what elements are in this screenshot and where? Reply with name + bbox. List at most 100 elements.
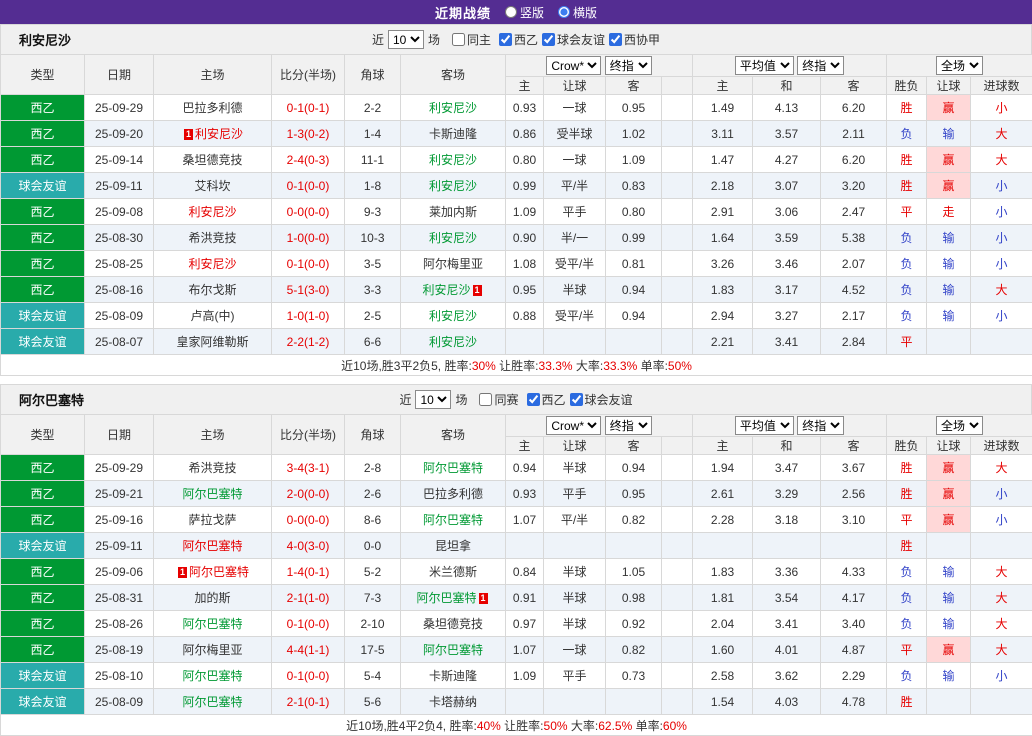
home-team-link[interactable]: 阿尔巴塞特 [182,669,242,683]
league-filter[interactable]: 球会友谊 [542,31,605,48]
home-team-link[interactable]: 萨拉戈萨 [188,513,236,527]
home-team-link[interactable]: 阿尔巴塞特 [182,695,242,709]
same-filter[interactable]: 同赛 [479,391,518,408]
match-scope-select[interactable]: 全场 [936,416,983,435]
match-filters: 近 10 场 同主 西乙球会友谊西协甲 [372,30,660,49]
average-select[interactable]: 平均值 [735,56,794,75]
away-team-link[interactable]: 昆坦拿 [435,539,471,553]
league-checkbox[interactable] [542,33,555,46]
average-final-select[interactable]: 终指 [797,416,844,435]
away-team-link[interactable]: 阿尔梅里亚 [423,257,483,271]
home-team-cell: 利安尼沙 [154,199,272,225]
away-team-link[interactable]: 米兰德斯 [429,565,477,579]
match-type-badge: 球会友谊 [1,533,85,559]
away-team-cell: 利安尼沙1 [401,277,506,303]
away-team-cell: 桑坦德竞技 [401,611,506,637]
league-checkbox[interactable] [499,33,512,46]
away-team-link[interactable]: 利安尼沙 [429,179,477,193]
match-type-badge: 西乙 [1,481,85,507]
away-team-link[interactable]: 利安尼沙 [429,231,477,245]
home-team-link[interactable]: 艾科坎 [194,179,230,193]
home-team-link[interactable]: 布尔戈斯 [188,283,236,297]
away-team-link[interactable]: 阿尔巴塞特 [423,513,483,527]
away-team-link[interactable]: 阿尔巴塞特 [423,643,483,657]
home-team-link[interactable]: 利安尼沙 [188,257,236,271]
away-team-link[interactable]: 利安尼沙 [422,283,470,297]
league-checkbox[interactable] [609,33,622,46]
same-filter[interactable]: 同主 [452,31,491,48]
bookmaker-select[interactable]: Crow* [546,56,601,75]
home-team-link[interactable]: 卢高(中) [191,309,235,323]
odds-handicap [544,689,606,715]
odds-final-select[interactable]: 终指 [605,416,652,435]
home-team-link[interactable]: 皇家阿维勒斯 [176,335,248,349]
league-filter[interactable]: 西协甲 [609,31,660,48]
horizontal-layout-radio[interactable] [558,6,570,18]
odds-home: 0.93 [506,481,544,507]
bookmaker-select[interactable]: Crow* [546,416,601,435]
match-type-badge: 西乙 [1,121,85,147]
away-team-link[interactable]: 卡塔赫纳 [429,695,477,709]
league-filter[interactable]: 球会友谊 [570,391,633,408]
avg-draw: 3.07 [753,173,821,199]
league-filter[interactable]: 西乙 [527,391,566,408]
away-team-link[interactable]: 桑坦德竞技 [423,617,483,631]
match-row: 西乙25-08-16布尔戈斯5-1(3-0)3-3利安尼沙10.95半球0.94… [1,277,1032,303]
avg-home: 3.26 [693,251,753,277]
home-team-link[interactable]: 希洪竞技 [188,461,236,475]
away-team-link[interactable]: 利安尼沙 [429,101,477,115]
away-team-link[interactable]: 阿尔巴塞特 [416,591,476,605]
home-team-link[interactable]: 利安尼沙 [188,205,236,219]
home-team-link[interactable]: 希洪竞技 [188,231,236,245]
match-score: 2-0(0-0) [272,481,345,507]
league-checkbox[interactable] [527,393,540,406]
away-team-link[interactable]: 利安尼沙 [429,153,477,167]
avg-draw [753,533,821,559]
away-team-link[interactable]: 卡斯迪隆 [429,669,477,683]
avg-away: 2.07 [821,251,887,277]
average-final-select[interactable]: 终指 [797,56,844,75]
odds-final-select[interactable]: 终指 [605,56,652,75]
home-team-link[interactable]: 阿尔巴塞特 [182,617,242,631]
same-filter-checkbox[interactable] [452,33,465,46]
away-team-link[interactable]: 卡斯迪隆 [429,127,477,141]
match-type-badge: 西乙 [1,251,85,277]
average-select[interactable]: 平均值 [735,416,794,435]
league-filter[interactable]: 西乙 [499,31,538,48]
result-cell: 平 [887,637,927,663]
recent-count-select[interactable]: 10 [415,390,451,409]
away-team-link[interactable]: 利安尼沙 [429,309,477,323]
home-team-link[interactable]: 加的斯 [194,591,230,605]
recent-count-select[interactable]: 10 [388,30,424,49]
spacer-cell [662,533,693,559]
away-team-link[interactable]: 阿尔巴塞特 [423,461,483,475]
odds-handicap [544,533,606,559]
home-team-link[interactable]: 桑坦德竞技 [182,153,242,167]
summary-segment: 33.3% [539,359,573,373]
league-checkbox[interactable] [570,393,583,406]
avg-away: 5.38 [821,225,887,251]
avg-draw: 3.59 [753,225,821,251]
home-team-link[interactable]: 阿尔巴塞特 [189,565,249,579]
same-filter-checkbox[interactable] [479,393,492,406]
away-team-link[interactable]: 利安尼沙 [429,335,477,349]
home-team-link[interactable]: 阿尔巴塞特 [182,539,242,553]
corners: 8-6 [345,507,401,533]
home-team-link[interactable]: 巴拉多利德 [182,101,242,115]
home-team-link[interactable]: 阿尔巴塞特 [182,487,242,501]
match-type-badge: 球会友谊 [1,689,85,715]
vertical-layout-radio[interactable] [505,6,517,18]
vertical-layout-option[interactable]: 竖版 [505,4,544,21]
goals-result-cell: 小 [971,663,1032,689]
horizontal-layout-option[interactable]: 横版 [558,4,597,21]
away-team-link[interactable]: 巴拉多利德 [423,487,483,501]
match-date: 25-08-10 [85,663,154,689]
home-team-link[interactable]: 利安尼沙 [195,127,243,141]
away-team-link[interactable]: 莱加内斯 [429,205,477,219]
home-team-link[interactable]: 阿尔梅里亚 [182,643,242,657]
col-date: 日期 [85,415,154,455]
away-team-cell: 卡斯迪隆 [401,663,506,689]
match-scope-select[interactable]: 全场 [936,56,983,75]
match-row: 球会友谊25-09-11艾科坎0-1(0-0)1-8利安尼沙0.99平/半0.8… [1,173,1032,199]
col-home: 主场 [154,415,272,455]
